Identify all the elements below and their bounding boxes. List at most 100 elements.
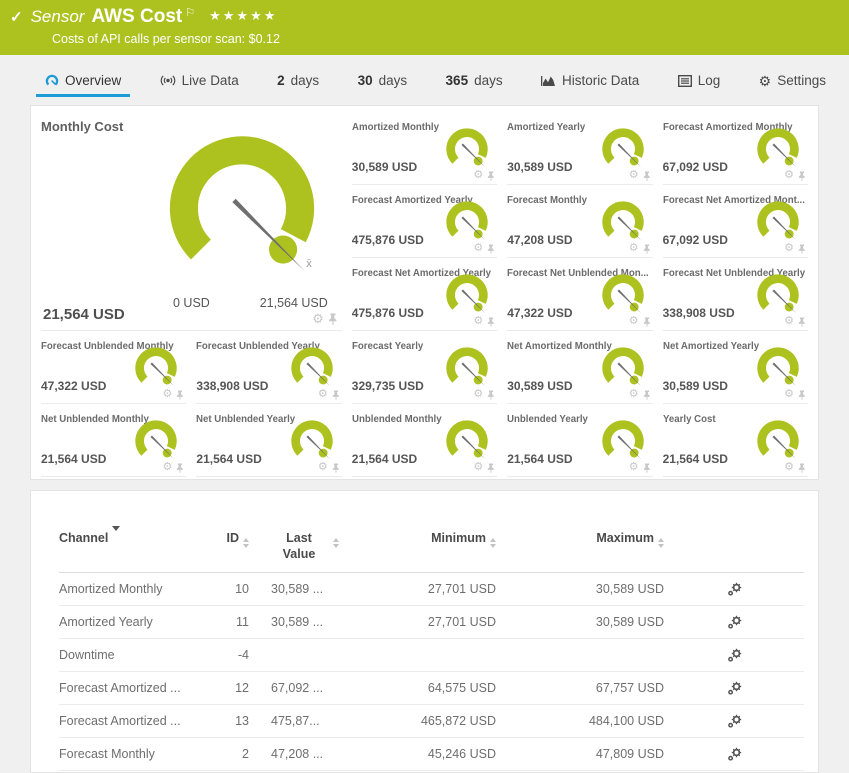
- pin-icon[interactable]: [643, 244, 651, 254]
- small-gauge-cell[interactable]: Forecast Net Amortized Yearly 475,876 US…: [351, 258, 498, 331]
- pin-icon[interactable]: [332, 390, 340, 400]
- tab-number: 365: [445, 73, 469, 88]
- channel-gear-icon[interactable]: ⚙: [318, 462, 328, 473]
- pin-icon[interactable]: [798, 317, 806, 327]
- channel-name[interactable]: Forecast Amortized ...: [59, 714, 189, 728]
- channel-settings-icon[interactable]: [727, 747, 742, 762]
- pin-icon[interactable]: [176, 463, 184, 473]
- channel-gear-icon[interactable]: ⚙: [784, 316, 794, 327]
- channel-gear-icon[interactable]: ⚙: [629, 170, 639, 181]
- pin-icon[interactable]: [487, 244, 495, 254]
- channel-settings-icon[interactable]: [727, 681, 742, 696]
- pin-icon[interactable]: [176, 390, 184, 400]
- channel-name[interactable]: Forecast Monthly: [59, 747, 189, 761]
- tab-label: Historic Data: [562, 73, 640, 88]
- pin-icon[interactable]: [643, 463, 651, 473]
- small-gauge-cell[interactable]: Net Amortized Monthly 30,589 USD ⚙: [507, 331, 653, 404]
- channel-gear-icon[interactable]: ⚙: [784, 462, 794, 473]
- channel-gear-icon[interactable]: ⚙: [473, 170, 483, 181]
- small-gauge-cell[interactable]: Forecast Amortized Monthly 67,092 USD ⚙: [662, 112, 808, 185]
- column-header-id[interactable]: ID: [189, 531, 249, 548]
- column-header-minimum[interactable]: Minimum: [359, 531, 496, 548]
- table-body: Amortized Monthly 10 30,589 ... 27,701 U…: [59, 573, 804, 772]
- small-gauge-cell[interactable]: Forecast Unblended Monthly 47,322 USD ⚙: [41, 331, 187, 404]
- flag-icon[interactable]: ⚐: [185, 6, 195, 19]
- pin-icon[interactable]: [643, 390, 651, 400]
- tab-log[interactable]: Log: [669, 67, 730, 97]
- tab-label: Live Data: [181, 73, 239, 88]
- pin-icon[interactable]: [332, 463, 340, 473]
- channel-gear-icon[interactable]: ⚙: [163, 462, 173, 473]
- tab-number: 2: [277, 73, 285, 88]
- channel-name[interactable]: Forecast Amortized ...: [59, 681, 189, 695]
- pin-icon[interactable]: [328, 313, 338, 325]
- channel-gear-icon[interactable]: ⚙: [629, 316, 639, 327]
- channel-name[interactable]: Amortized Monthly: [59, 582, 189, 596]
- channel-gear-icon[interactable]: ⚙: [629, 243, 639, 254]
- channel-last-value: 475,87...: [271, 714, 320, 729]
- channel-gear-icon[interactable]: ⚙: [318, 389, 328, 400]
- tab-2-days[interactable]: 2 days: [268, 67, 328, 97]
- pin-icon[interactable]: [798, 244, 806, 254]
- small-gauge-cell[interactable]: Forecast Yearly 329,735 USD ⚙: [351, 331, 498, 404]
- channel-maximum: 47,809 USD: [595, 747, 664, 762]
- small-gauge-cell[interactable]: Forecast Unblended Yearly 338,908 USD ⚙: [196, 331, 342, 404]
- channel-gear-icon[interactable]: ⚙: [163, 389, 173, 400]
- small-gauge-cell[interactable]: Forecast Amortized Yearly 475,876 USD ⚙: [351, 185, 498, 258]
- column-header-channel[interactable]: Channel: [59, 526, 189, 547]
- tab-overview[interactable]: Overview: [36, 67, 131, 97]
- column-header-maximum[interactable]: Maximum: [496, 531, 664, 548]
- channel-gear-icon[interactable]: ⚙: [473, 462, 483, 473]
- pin-icon[interactable]: [643, 171, 651, 181]
- channel-gear-icon[interactable]: ⚙: [629, 462, 639, 473]
- pin-icon[interactable]: [643, 317, 651, 327]
- channel-settings-icon[interactable]: [727, 582, 742, 597]
- small-gauge-cell[interactable]: Yearly Cost 21,564 USD ⚙: [662, 404, 808, 477]
- small-gauge-cell[interactable]: Forecast Net Unblended Mon... 47,322 USD…: [507, 258, 653, 331]
- channel-name[interactable]: Downtime: [59, 648, 189, 662]
- small-gauge-cell[interactable]: Amortized Yearly 30,589 USD ⚙: [507, 112, 653, 185]
- small-gauge-cell[interactable]: Unblended Yearly 21,564 USD ⚙: [507, 404, 653, 477]
- tab-historic-data[interactable]: Historic Data: [532, 67, 648, 97]
- small-gauge-cell[interactable]: Amortized Monthly 30,589 USD ⚙: [351, 112, 498, 185]
- channel-name[interactable]: Amortized Yearly: [59, 615, 189, 629]
- small-gauge-cell[interactable]: Unblended Monthly 21,564 USD ⚙: [351, 404, 498, 477]
- tab-live-data[interactable]: Live Data: [151, 67, 248, 97]
- channel-last-value: 47,208 ...: [271, 747, 324, 762]
- pin-icon[interactable]: [798, 463, 806, 473]
- small-gauge-cell[interactable]: Net Unblended Yearly 21,564 USD ⚙: [196, 404, 342, 477]
- pin-icon[interactable]: [798, 171, 806, 181]
- channel-settings-icon[interactable]: [727, 615, 742, 630]
- small-gauge-cell[interactable]: Forecast Net Unblended Yearly 338,908 US…: [662, 258, 808, 331]
- channel-settings-icon[interactable]: [727, 714, 742, 729]
- gauge-value: 21,564 USD: [507, 452, 573, 466]
- pin-icon[interactable]: [487, 317, 495, 327]
- small-gauge-cell[interactable]: Net Amortized Yearly 30,589 USD ⚙: [662, 331, 808, 404]
- channel-gear-icon[interactable]: ⚙: [473, 243, 483, 254]
- channel-gear-icon[interactable]: ⚙: [784, 170, 794, 181]
- tab-365-days[interactable]: 365 days: [437, 67, 512, 97]
- channel-gear-icon[interactable]: ⚙: [473, 389, 483, 400]
- primary-gauge-cell[interactable]: Monthly Cost x̄ 0 USD 21,564 USD 21,564 …: [41, 112, 342, 331]
- pin-icon[interactable]: [487, 390, 495, 400]
- tab-label: Log: [697, 73, 721, 88]
- channel-gear-icon[interactable]: ⚙: [629, 389, 639, 400]
- priority-stars[interactable]: ★★★★★: [209, 8, 277, 24]
- channel-settings-icon[interactable]: [727, 648, 742, 663]
- small-gauge-cell[interactable]: Forecast Monthly 47,208 USD ⚙: [507, 185, 653, 258]
- channel-gear-icon[interactable]: ⚙: [784, 389, 794, 400]
- column-header-last-value[interactable]: Last Value: [249, 531, 359, 562]
- small-gauge-cell[interactable]: Net Unblended Monthly 21,564 USD ⚙: [41, 404, 187, 477]
- tab-30-days[interactable]: 30 days: [349, 67, 417, 97]
- channel-id: -4: [237, 648, 249, 663]
- channel-gear-icon[interactable]: ⚙: [312, 312, 324, 325]
- tab-settings[interactable]: ⚙ Settings: [750, 67, 835, 97]
- small-gauge-cell[interactable]: Forecast Net Amortized Mont... 67,092 US…: [662, 185, 808, 258]
- pin-icon[interactable]: [798, 390, 806, 400]
- channel-gear-icon[interactable]: ⚙: [473, 316, 483, 327]
- pin-icon[interactable]: [487, 463, 495, 473]
- channel-gear-icon[interactable]: ⚙: [784, 243, 794, 254]
- prtg-sensor-page: ✓ Sensor AWS Cost ⚐ ★★★★★ Costs of API c…: [0, 0, 849, 773]
- pin-icon[interactable]: [487, 171, 495, 181]
- log-icon: [677, 74, 692, 87]
